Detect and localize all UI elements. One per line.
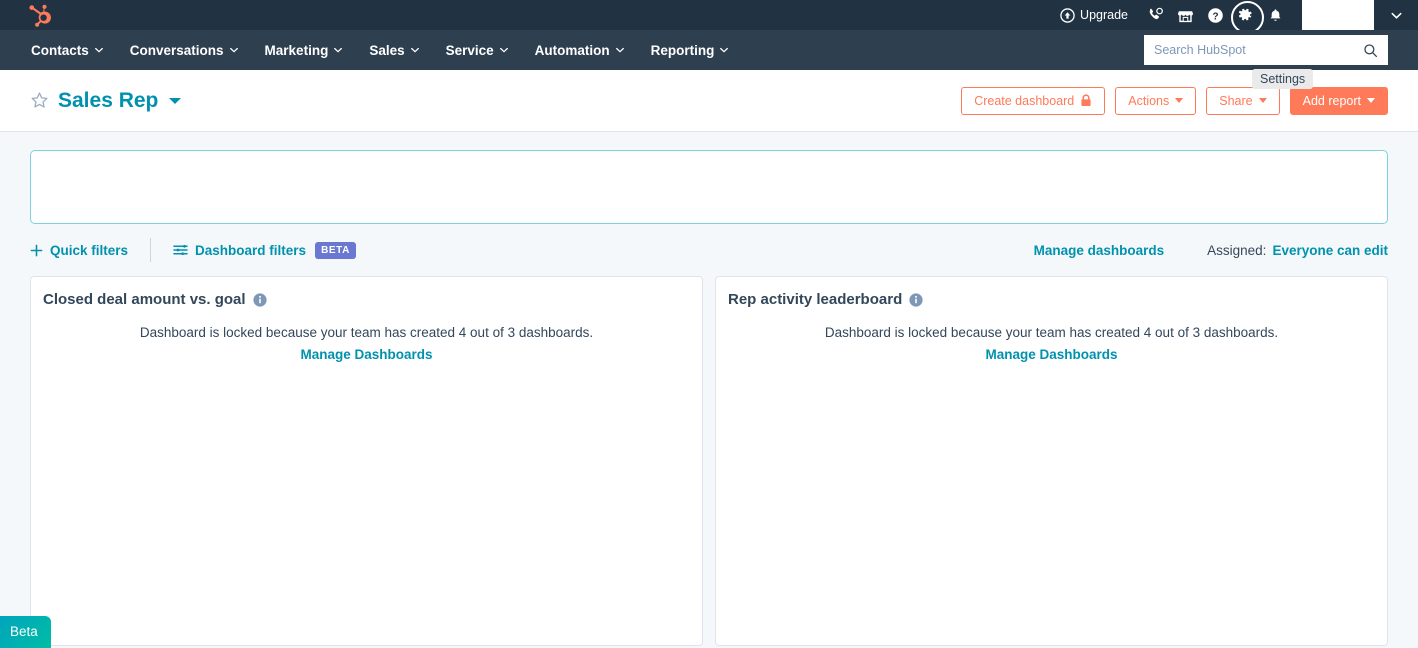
card-body: Dashboard is locked because your team ha…	[43, 325, 690, 364]
nav-item-label: Sales	[369, 42, 405, 58]
lock-icon	[1081, 94, 1091, 106]
chevron-down-icon	[334, 47, 343, 53]
manage-dashboards-link[interactable]: Manage dashboards	[1034, 243, 1165, 258]
nav-item-label: Reporting	[650, 42, 715, 58]
favorite-star-outline-icon[interactable]	[30, 91, 49, 110]
nav-item-reporting[interactable]: Reporting	[638, 30, 743, 70]
add-report-label: Add report	[1302, 93, 1361, 108]
beta-feedback-tab[interactable]: Beta	[0, 616, 51, 648]
card-title-row: Closed deal amount vs. goal	[43, 291, 690, 308]
filter-toolbar: Quick filters Dashboard filters BETA Man…	[30, 230, 1388, 270]
chevron-down-icon	[615, 47, 624, 53]
nav-item-contacts[interactable]: Contacts	[18, 30, 117, 70]
manage-dashboards-link[interactable]: Manage Dashboards	[985, 347, 1117, 362]
chevron-down-icon	[229, 47, 238, 53]
main-navigation-bar: Contacts Conversations Marketing Sales S…	[0, 30, 1418, 89]
card-title: Closed deal amount vs. goal	[43, 291, 246, 308]
create-dashboard-label: Create dashboard	[974, 93, 1075, 108]
topbar-right-group: Upgrade ?	[1060, 0, 1418, 34]
search-icon[interactable]	[1363, 43, 1378, 58]
assigned-label: Assigned:	[1207, 242, 1267, 258]
account-menu-chevron-down-icon[interactable]	[1374, 0, 1418, 30]
calling-icon[interactable]	[1140, 0, 1170, 30]
notifications-bell-icon[interactable]	[1260, 0, 1290, 30]
nav-item-label: Service	[445, 42, 494, 58]
report-card-rep-activity-leaderboard: Rep activity leaderboard Dashboard is lo…	[715, 276, 1388, 646]
dashboard-selector-caret-down-icon[interactable]	[168, 96, 182, 106]
upgrade-button[interactable]: Upgrade	[1060, 7, 1128, 23]
locked-message: Dashboard is locked because your team ha…	[824, 325, 1279, 340]
chevron-down-icon	[94, 47, 103, 53]
card-title-row: Rep activity leaderboard	[728, 291, 1375, 308]
create-dashboard-button[interactable]: Create dashboard	[961, 86, 1106, 115]
nav-item-label: Marketing	[264, 42, 329, 58]
chevron-down-icon	[720, 47, 729, 53]
page-header: Sales Rep Create dashboard Actions Share…	[0, 70, 1418, 132]
nav-item-service[interactable]: Service	[433, 30, 522, 70]
add-report-button[interactable]: Add report	[1289, 86, 1388, 115]
dashboard-filters-button[interactable]: Dashboard filters	[173, 243, 306, 258]
hubspot-logo[interactable]	[26, 2, 52, 28]
settings-gear-icon[interactable]	[1230, 0, 1264, 34]
dashboard-filter-panel[interactable]	[30, 150, 1388, 224]
top-utility-bar: Upgrade ?	[0, 0, 1418, 34]
page-title[interactable]: Sales Rep	[58, 89, 158, 113]
nav-item-label: Conversations	[129, 42, 224, 58]
nav-item-marketing[interactable]: Marketing	[252, 30, 357, 70]
help-icon[interactable]: ?	[1200, 0, 1230, 30]
locked-message: Dashboard is locked because your team ha…	[139, 325, 594, 340]
nav-item-label: Contacts	[31, 42, 89, 58]
toolbar-divider	[150, 238, 152, 262]
chevron-down-icon	[410, 47, 419, 53]
nav-item-automation[interactable]: Automation	[522, 30, 638, 70]
manage-dashboards-link[interactable]: Manage Dashboards	[300, 347, 432, 362]
dashboard-filters-label: Dashboard filters	[195, 242, 307, 258]
caret-down-icon	[1175, 98, 1184, 103]
actions-button[interactable]: Actions	[1115, 86, 1197, 115]
card-title: Rep activity leaderboard	[728, 291, 903, 308]
nav-item-sales[interactable]: Sales	[356, 30, 432, 70]
report-card-closed-deal-amount-vs-goal: Closed deal amount vs. goal Dashboard is…	[30, 276, 703, 646]
upgrade-arrow-icon	[1060, 7, 1075, 23]
nav-item-conversations[interactable]: Conversations	[117, 30, 252, 70]
caret-down-icon	[1367, 98, 1375, 103]
upgrade-label: Upgrade	[1080, 8, 1128, 22]
assigned-permission-link[interactable]: Everyone can edit	[1272, 243, 1388, 258]
beta-badge: BETA	[315, 241, 356, 259]
nav-items: Contacts Conversations Marketing Sales S…	[0, 30, 742, 70]
info-icon[interactable]	[909, 292, 923, 307]
account-name-placeholder[interactable]	[1302, 0, 1374, 30]
filter-toolbar-right: Manage dashboards Assigned: Everyone can…	[1034, 243, 1388, 258]
main-content: Quick filters Dashboard filters BETA Man…	[0, 150, 1418, 646]
svg-text:?: ?	[1212, 11, 1218, 22]
caret-down-icon	[1258, 98, 1267, 103]
search-input[interactable]	[1154, 43, 1363, 57]
plus-icon	[30, 244, 43, 256]
chevron-down-icon	[499, 47, 508, 53]
dashboard-cards: Closed deal amount vs. goal Dashboard is…	[30, 276, 1388, 646]
card-body: Dashboard is locked because your team ha…	[728, 325, 1375, 364]
share-label: Share	[1219, 93, 1253, 108]
marketplace-icon[interactable]	[1170, 0, 1200, 30]
nav-item-label: Automation	[534, 42, 610, 58]
info-icon[interactable]	[252, 292, 267, 307]
share-button[interactable]: Share	[1206, 86, 1280, 115]
quick-filters-button[interactable]: Quick filters	[30, 243, 128, 258]
actions-label: Actions	[1128, 93, 1170, 108]
settings-tooltip: Settings	[1252, 69, 1314, 89]
sliders-icon	[173, 244, 188, 256]
quick-filters-label: Quick filters	[50, 242, 129, 258]
global-search[interactable]	[1144, 35, 1388, 65]
header-actions: Create dashboard Actions Share Add repor…	[961, 86, 1388, 115]
